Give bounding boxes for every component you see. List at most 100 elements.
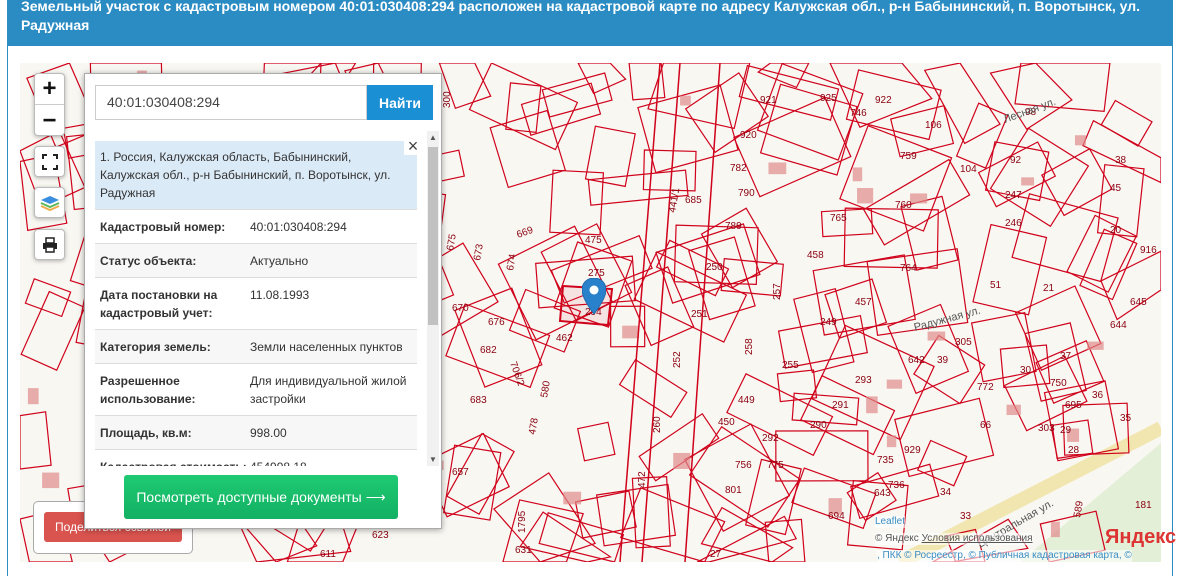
parcel-label: 20	[1110, 225, 1122, 236]
building	[910, 193, 928, 204]
terms-link[interactable]: Условия использования	[922, 533, 1033, 544]
info-value: Для индивидуальной жилой застройки	[250, 374, 407, 406]
parcel-label: 66	[980, 420, 992, 431]
parcel-label: 293	[855, 375, 872, 386]
parcel-label: 246	[1005, 218, 1022, 229]
find-button[interactable]: Найти	[367, 85, 433, 120]
scroll-up-icon[interactable]: ▲	[429, 133, 437, 142]
view-documents-button[interactable]: Посмотреть доступные документы ⟶	[124, 475, 398, 519]
parcel-boundary	[843, 207, 939, 269]
info-value: 998.00	[250, 426, 287, 440]
building	[680, 95, 691, 106]
parcel-label: 292	[762, 433, 779, 444]
building	[27, 388, 39, 405]
parcel-boundary	[923, 63, 1001, 145]
parcel-label: 676	[488, 317, 505, 328]
parcel-label: 457	[855, 297, 872, 308]
parcel-label: 756	[735, 460, 752, 471]
parcel-label: 746	[850, 108, 867, 119]
parcel-label: 106	[925, 120, 942, 131]
parcel-label: 929	[904, 445, 921, 456]
parcel-label: 644	[1110, 320, 1127, 331]
parcel-label: 478	[527, 417, 541, 436]
scroll-down-icon[interactable]: ▼	[429, 455, 437, 464]
parcel-label: 92	[1010, 155, 1022, 166]
parcel-label: 260	[652, 416, 663, 433]
parcel-label: 760	[895, 200, 912, 211]
parcel-address[interactable]: 1. Россия, Калужская область, Бабынински…	[95, 141, 417, 209]
info-value: Актуально	[250, 254, 309, 268]
close-icon[interactable]: ×	[404, 137, 422, 155]
zoom-in-button[interactable]: +	[35, 74, 64, 105]
info-scrollbar[interactable]: ▲ ▼	[427, 131, 439, 466]
zoom-out-button[interactable]: −	[35, 105, 64, 136]
print-button[interactable]	[34, 229, 65, 260]
parcel-label: 28	[1068, 445, 1080, 456]
parcel-label: 669	[515, 225, 535, 241]
building	[886, 379, 903, 389]
parcel-label: 181	[1135, 500, 1152, 511]
parcel-label: 462	[556, 333, 573, 344]
yandex-logo: Яндекс	[1105, 526, 1177, 548]
parcel-label: 675	[445, 233, 459, 252]
parcel-label: 683	[470, 395, 487, 406]
building	[1074, 135, 1086, 146]
info-value: 454998.18	[250, 458, 412, 466]
building	[927, 331, 946, 341]
parcel-label: 27	[710, 549, 722, 560]
info-value: 11.08.1993	[250, 288, 310, 302]
parcel-label: 789	[725, 221, 742, 232]
fullscreen-button[interactable]	[34, 146, 65, 177]
parcel-label: 1795	[517, 510, 528, 533]
parcel-boundary	[688, 425, 801, 528]
parcel-info[interactable]: 1. Россия, Калужская область, Бабынински…	[95, 141, 417, 466]
parcel-label: 611	[320, 549, 336, 560]
parcel-label: 38	[1115, 155, 1127, 166]
parcel-label: 51	[990, 280, 1002, 291]
yandex-attribution: © Яндекс Условия использования	[875, 533, 1033, 545]
info-label: Категория земель:	[100, 340, 211, 354]
fullscreen-icon	[41, 153, 58, 170]
parcel-label: 305	[955, 337, 972, 348]
info-label: Статус объекта:	[100, 254, 197, 268]
building	[1050, 521, 1060, 538]
parcel-label: 252	[672, 351, 683, 368]
parcel-label: 682	[480, 345, 497, 356]
info-row: Разрешенное использование: Для индивидуал…	[95, 363, 417, 415]
scrollbar-thumb[interactable]	[428, 147, 438, 325]
parcel-label: 775	[767, 460, 784, 471]
leaflet-link[interactable]: Leaflet	[875, 516, 906, 528]
parcel-label: 30	[1020, 365, 1032, 376]
parcel-label: 29	[1060, 425, 1072, 436]
layers-button[interactable]	[34, 187, 65, 218]
parcel-label: 657	[452, 467, 469, 478]
parcel-label: 925	[820, 93, 837, 104]
cadastral-search-input[interactable]: 40:01:030408:294	[95, 85, 367, 120]
parcel-label: 37	[1060, 351, 1072, 362]
parcel-label: 258	[744, 338, 755, 355]
building	[1021, 177, 1035, 186]
parcel-label: 674	[505, 253, 519, 272]
parcel-label: 801	[725, 485, 742, 496]
parcel-label: 300	[442, 91, 453, 108]
parcel-boundary	[20, 411, 52, 470]
pkk-attribution[interactable]: , ПКК © Росреестр, © Публичная кадастров…	[877, 550, 1132, 562]
location-marker-icon[interactable]	[582, 278, 606, 314]
parcel-label: 670	[452, 303, 469, 314]
parcel-label: 694	[828, 511, 845, 522]
parcel-label: 36	[1092, 390, 1104, 401]
parcel-boundary	[20, 290, 86, 371]
parcel-boundary	[574, 490, 637, 539]
info-row: Площадь, кв.м: 998.00	[95, 415, 417, 449]
parcel-label: 35	[1120, 413, 1132, 424]
parcel-label: 685	[685, 195, 702, 206]
parcel-label: 450	[718, 417, 735, 428]
parcel-boundary	[989, 127, 1090, 228]
parcel-boundary	[776, 369, 818, 403]
building	[852, 167, 863, 182]
parcel-label: 255	[782, 360, 799, 371]
parcel-boundary	[889, 104, 955, 158]
print-icon	[42, 236, 57, 253]
zoom-control: + −	[34, 73, 65, 136]
info-label: Кадастровая стоимость:	[100, 458, 250, 466]
